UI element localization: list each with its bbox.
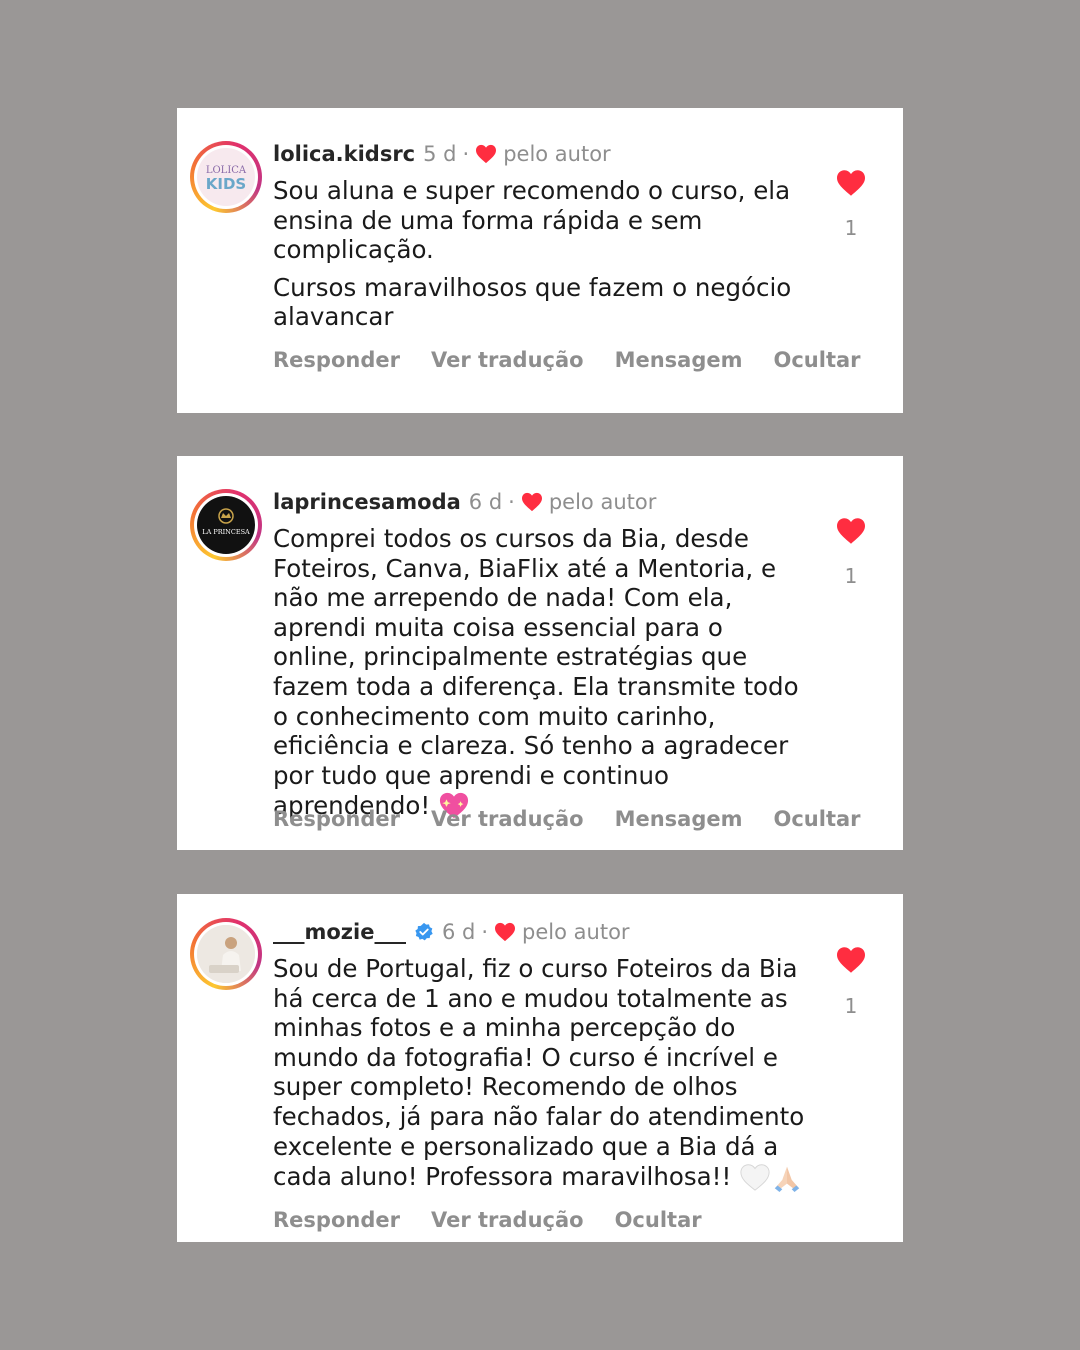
comment-meta: ___mozie___ 6 d · pelo autor (273, 920, 630, 944)
username[interactable]: lolica.kidsrc (273, 142, 415, 166)
liked-by-author-label: pelo autor (503, 142, 611, 166)
comment-card-1: LOLICA KIDS lolica.kidsrc 5 d · pelo aut… (177, 108, 903, 413)
reply-button[interactable]: Responder (273, 1208, 400, 1232)
heart-icon (476, 144, 497, 164)
verified-badge-icon (415, 922, 433, 941)
comment-card-3: ___mozie___ 6 d · pelo autor Sou de Port… (177, 894, 903, 1242)
hide-button[interactable]: Ocultar (615, 1208, 702, 1232)
like-count: 1 (844, 216, 858, 240)
hide-button[interactable]: Ocultar (774, 807, 861, 831)
translate-button[interactable]: Ver tradução (431, 807, 584, 831)
avatar[interactable]: LA PRINCESA (190, 489, 262, 561)
separator: · (481, 920, 489, 944)
liked-by-author-label: pelo autor (522, 920, 630, 944)
liked-by-author-label: pelo autor (548, 490, 657, 514)
comment-text: Comprei todos os cursos da Bia, desde Fo… (273, 524, 813, 821)
comment-meta: laprincesamoda 6 d · pelo autor (273, 490, 656, 514)
username[interactable]: laprincesamoda (273, 490, 461, 514)
reply-button[interactable]: Responder (273, 807, 400, 831)
separator: · (508, 490, 515, 514)
profile-photo (197, 925, 255, 983)
heart-icon[interactable] (835, 946, 867, 974)
la-princesa-logo: LA PRINCESA (202, 508, 250, 536)
comment-text: Sou de Portugal, fiz o curso Foteiros da… (273, 954, 813, 1193)
timestamp: 6 d (468, 490, 503, 514)
like-count: 1 (844, 564, 858, 588)
heart-icon[interactable] (835, 517, 867, 545)
message-button[interactable]: Mensagem (615, 807, 743, 831)
lolica-kids-logo: LOLICA KIDS (206, 165, 247, 193)
username[interactable]: ___mozie___ (273, 920, 406, 944)
comment-paragraph: Sou de Portugal, fiz o curso Foteiros da… (273, 954, 813, 1193)
comment-paragraph-text: Sou de Portugal, fiz o curso Foteiros da… (273, 954, 805, 1192)
comment-actions: Responder Ver tradução Ocultar (273, 1208, 733, 1232)
comment-meta: lolica.kidsrc 5 d · pelo autor (273, 142, 611, 166)
svg-text:LA PRINCESA: LA PRINCESA (202, 528, 250, 536)
hide-button[interactable]: Ocultar (774, 348, 861, 372)
translate-button[interactable]: Ver tradução (431, 348, 584, 372)
timestamp: 6 d (441, 920, 476, 944)
comment-paragraph: Comprei todos os cursos da Bia, desde Fo… (273, 524, 813, 821)
heart-icon (521, 492, 542, 512)
timestamp: 5 d (423, 142, 457, 166)
folded-hands-emoji (774, 1166, 800, 1193)
comment-card-2: LA PRINCESA laprincesamoda 6 d · pelo au… (177, 456, 903, 850)
heart-icon[interactable] (835, 169, 867, 197)
translate-button[interactable]: Ver tradução (431, 1208, 584, 1232)
svg-text:KIDS: KIDS (206, 175, 246, 193)
white-heart-emoji (740, 1164, 770, 1191)
comment-actions: Responder Ver tradução Mensagem Ocultar (273, 348, 892, 372)
separator: · (462, 142, 470, 166)
comment-actions: Responder Ver tradução Mensagem Ocultar (273, 807, 892, 831)
avatar[interactable] (190, 918, 262, 990)
comment-paragraph: Sou aluna e super recomendo o curso, ela… (273, 176, 791, 265)
comment-text: Sou aluna e super recomendo o curso, ela… (273, 176, 813, 332)
avatar[interactable]: LOLICA KIDS (190, 141, 262, 213)
comment-paragraph-text: Comprei todos os cursos da Bia, desde Fo… (273, 524, 799, 821)
comment-paragraph: Cursos maravilhosos que fazem o negócio … (273, 272, 792, 332)
reply-button[interactable]: Responder (273, 348, 400, 372)
like-count: 1 (844, 994, 858, 1018)
heart-icon (495, 922, 516, 942)
message-button[interactable]: Mensagem (615, 348, 743, 372)
